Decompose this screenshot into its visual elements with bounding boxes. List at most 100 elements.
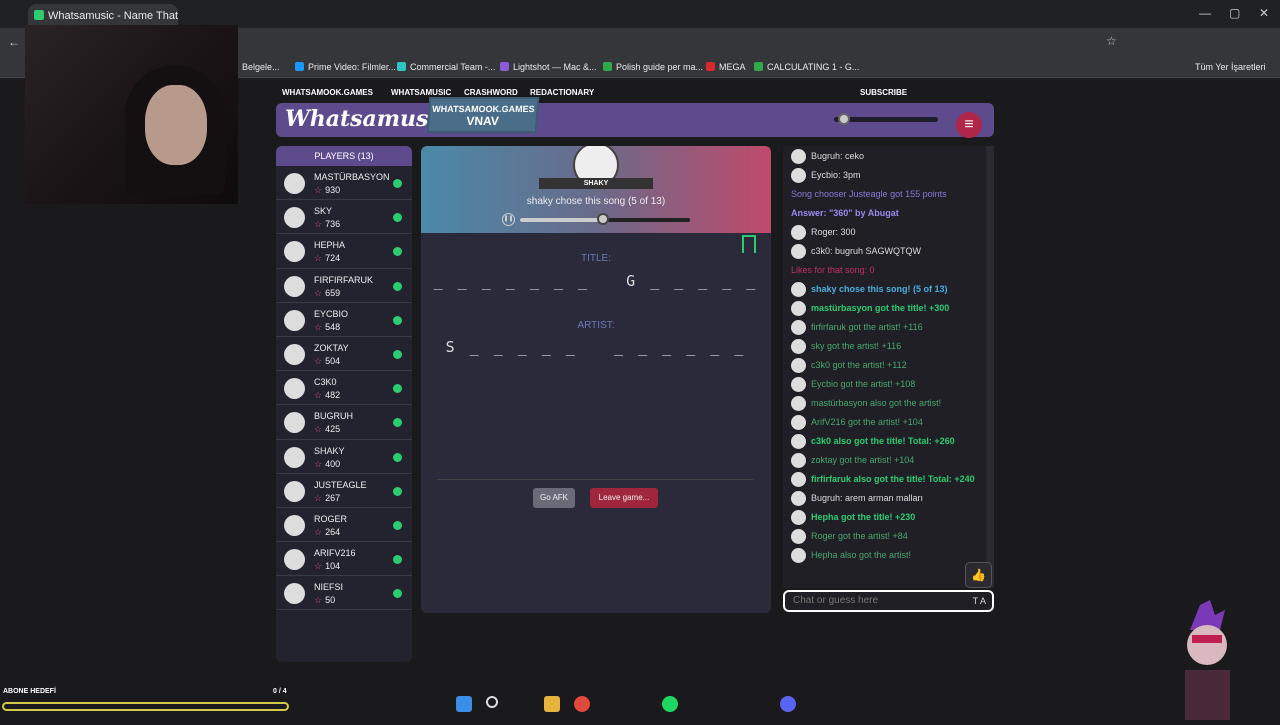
search-icon[interactable] (486, 696, 498, 708)
minimize-icon[interactable]: — (1199, 6, 1211, 20)
star-icon: ☆ (314, 390, 323, 401)
player-name: BUGRUH (314, 411, 354, 422)
bookmark-item[interactable]: MEGA (706, 62, 746, 72)
player-name: HEPHA (314, 240, 346, 251)
check-icon (393, 384, 402, 394)
check-icon (393, 247, 402, 257)
bookmark-item[interactable]: Commercial Team -... (397, 62, 495, 72)
pause-icon[interactable]: ❚❚ (502, 213, 515, 226)
bookmark-item[interactable]: Prime Video: Filmler... (295, 62, 396, 72)
thumbs-up-icon[interactable]: 👍 (965, 562, 992, 588)
nav-crashword[interactable]: CRASHWORD (464, 88, 518, 97)
players-panel: PLAYERS (13) MASTÜRBASYON ☆ 930 SKY ☆ 736 HEPH… (276, 146, 412, 662)
check-icon (393, 555, 402, 565)
chat-avatar (791, 453, 806, 468)
bookmark-item[interactable]: Belgele... (242, 62, 280, 72)
nav-whatsamook[interactable]: WHATSAMOOK.GAMES (282, 88, 373, 97)
chat-message: c3k0: bugruh SAGWQTQW (783, 244, 994, 259)
bookmark-item[interactable]: Polish guide per ma... (603, 62, 703, 72)
player-score-value: 104 (325, 561, 341, 572)
chat-avatar (791, 396, 806, 411)
check-icon (393, 520, 402, 530)
goal-count: 0 / 4 (273, 688, 287, 695)
chat-input[interactable]: Chat or guess here T A (783, 590, 994, 612)
subscribe-link[interactable]: SUBSCRIBE (860, 88, 907, 97)
chat-avatar (791, 529, 806, 544)
player-score: ☆ 930 (314, 185, 340, 196)
player-name: ROGER (314, 513, 348, 524)
chat-text: Bugruh: arem arman malları (811, 493, 924, 503)
all-bookmarks[interactable]: Tüm Yer İşaretleri (1195, 62, 1266, 72)
chat-avatar (791, 377, 806, 392)
chat-message: zoktay got the artist! +104 (783, 453, 994, 468)
chat-message: Song chooser Justeagle got 155 points (783, 189, 994, 200)
star-icon: ☆ (314, 185, 323, 195)
chat-avatar (791, 472, 806, 487)
check-icon (393, 281, 402, 291)
player-name: ARIFV216 (314, 548, 356, 559)
chat-message: mastürbasyon also got the artist! (783, 396, 994, 411)
close-icon[interactable]: ✕ (1259, 6, 1269, 20)
afk-button[interactable]: Go AFK (533, 488, 575, 508)
player-avatar (284, 241, 305, 263)
player-score-value: 504 (325, 355, 341, 366)
song-banner: SHAKY shaky chose this song (5 of 13) ❚❚ (421, 146, 771, 233)
star-icon: ☆ (314, 492, 323, 503)
leave-game-button[interactable]: Leave game... (590, 488, 658, 508)
game-header: Whatsamusic WHATSAMOOK.GAMES VNAV ≡ (276, 97, 994, 138)
chat-text: Eycbio got the artist! +108 (811, 379, 916, 389)
nav-whatsamusic[interactable]: WHATSAMUSIC (391, 88, 451, 97)
song-progress-knob[interactable] (597, 213, 610, 225)
bookmark-item[interactable]: CALCULATING 1 - G... (754, 62, 859, 72)
chat-text: ArifV216 got the artist! +104 (811, 417, 923, 427)
player-score: ☆ 548 (314, 322, 340, 333)
chat-scrollbar[interactable] (986, 146, 994, 588)
star-icon: ☆ (314, 219, 323, 230)
player-row: NIEFSI ☆ 50 (276, 576, 412, 611)
chat-avatar (791, 149, 806, 164)
title-label: TITLE: (580, 253, 611, 264)
back-icon[interactable]: ← (8, 35, 20, 49)
player-avatar (284, 446, 305, 468)
volume-knob[interactable] (838, 113, 850, 125)
player-name: JUSTEAGLE (314, 479, 367, 490)
player-avatar (284, 207, 305, 229)
bookmark-item[interactable]: Lightshot — Mac &... (500, 62, 597, 72)
star-icon: ☆ (314, 424, 323, 435)
chat-avatar (791, 301, 806, 316)
bookmark-icon[interactable] (742, 235, 756, 253)
chat-avatar (791, 282, 806, 297)
menu-button[interactable]: ≡ (956, 112, 982, 138)
discord-icon[interactable] (780, 696, 796, 712)
room-badge: WHATSAMOOK.GAMES VNAV (426, 97, 540, 133)
player-avatar (284, 173, 305, 194)
player-row: FIRFIRFARUK ☆ 659 (276, 269, 412, 303)
maximize-icon[interactable]: ▢ (1229, 6, 1240, 20)
webcam-overlay (25, 25, 238, 204)
chrome-icon[interactable] (574, 696, 590, 712)
browser-titlebar: Whatsamusic - Name That — ▢ ✕ (0, 0, 1280, 28)
player-score-value: 548 (325, 321, 341, 332)
star-icon: ☆ (314, 458, 323, 469)
player-name: FIRFIRFARUK (314, 274, 374, 285)
player-avatar (284, 275, 305, 297)
artist-label: ARTIST: (577, 320, 615, 331)
logo[interactable]: Whatsamusic (285, 106, 450, 132)
star-icon: ☆ (314, 321, 323, 332)
nav-redactionary[interactable]: REDACTIONARY (530, 88, 594, 97)
star-icon[interactable]: ☆ (1106, 34, 1117, 48)
start-icon[interactable] (456, 696, 472, 712)
chat-text: mastürbasyon also got the artist! (811, 398, 942, 408)
player-row: ARIFV216 ☆ 104 (276, 542, 412, 577)
star-icon: ☆ (314, 526, 323, 537)
chat-message: Roger: 300 (783, 225, 994, 240)
folder-icon[interactable] (544, 696, 560, 712)
chat-message: Bugruh: ceko (783, 149, 994, 164)
spotify-icon[interactable] (662, 696, 678, 712)
star-icon: ☆ (314, 561, 323, 572)
player-score-value: 400 (325, 458, 341, 469)
players-list: MASTÜRBASYON ☆ 930 SKY ☆ 736 HEPHA ☆ 724 FIRFIRFA… (276, 166, 412, 611)
check-icon (393, 486, 402, 496)
star-icon: ☆ (314, 287, 323, 298)
star-icon: ☆ (314, 355, 323, 366)
